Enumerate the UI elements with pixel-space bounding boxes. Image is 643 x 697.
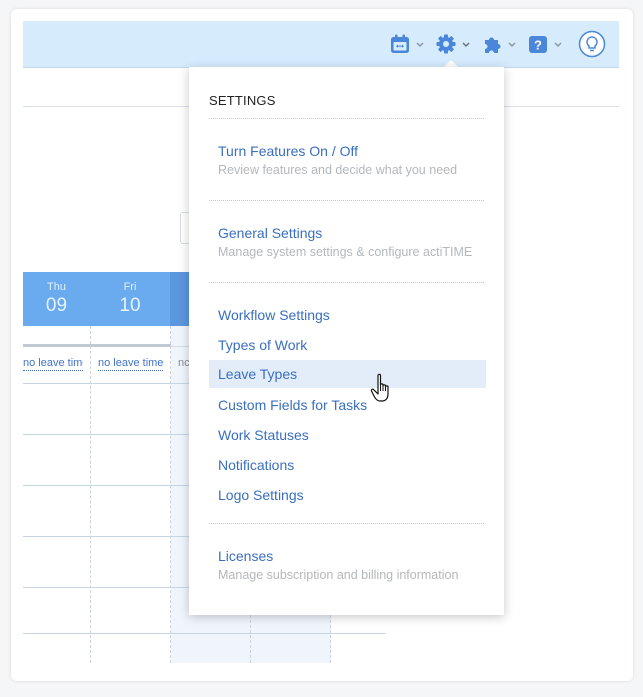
hand-cursor-icon: [370, 373, 396, 405]
day-number: 09: [45, 295, 68, 316]
day-header-today[interactable]: [170, 272, 189, 326]
tips-button[interactable]: [578, 21, 606, 67]
menu-divider: [209, 200, 484, 201]
day-of-week: Fri: [123, 281, 137, 293]
column-divider: [90, 326, 91, 663]
row-line: [23, 383, 189, 384]
puzzle-icon: [481, 33, 503, 55]
calendar-menu-button[interactable]: [389, 21, 425, 67]
chevron-down-icon: [507, 39, 517, 49]
menu-item-label: Work Statuses: [218, 427, 309, 443]
menu-item-description: Review features and decide what you need: [218, 163, 458, 177]
calendar-icon: [389, 33, 411, 55]
menu-item-label: Turn Features On / Off: [218, 143, 359, 159]
menu-item-label: Logo Settings: [218, 487, 304, 503]
menu-item-general-settings[interactable]: General Settings: [209, 219, 486, 247]
row-line: [23, 536, 189, 537]
menu-item-label: Notifications: [218, 457, 295, 473]
day-header-fri[interactable]: Fri 10: [90, 272, 170, 326]
addons-menu-button[interactable]: [481, 21, 517, 67]
lightbulb-icon: [578, 30, 606, 58]
menu-item-label: Types of Work: [218, 337, 308, 353]
chevron-down-icon: [553, 39, 563, 49]
column-divider: [170, 326, 171, 663]
row-line: [23, 633, 386, 634]
menu-item-label: General Settings: [218, 225, 323, 241]
menu-item-label: Custom Fields for Tasks: [218, 397, 368, 413]
menu-item-workflow-settings[interactable]: Workflow Settings: [209, 301, 486, 329]
menu-divider: [209, 118, 484, 119]
menu-item-licenses[interactable]: Licenses: [209, 542, 486, 570]
leave-time-label: nc: [178, 357, 190, 369]
leave-time-link[interactable]: no leave time: [98, 357, 164, 371]
menu-item-logo-settings[interactable]: Logo Settings: [209, 481, 486, 509]
menu-item-notifications[interactable]: Notifications: [209, 451, 486, 479]
column-divider: [330, 615, 331, 663]
menu-item-label: Leave Types: [218, 366, 298, 382]
help-menu-button[interactable]: ?: [527, 21, 563, 67]
chevron-down-icon: [461, 39, 471, 49]
leave-time-link[interactable]: no leave time: [23, 357, 83, 371]
menu-item-label: Licenses: [218, 548, 274, 564]
chevron-down-icon: [415, 39, 425, 49]
gear-icon: [435, 33, 457, 55]
menu-divider: [209, 282, 484, 283]
menu-item-leave-types[interactable]: Leave Types: [209, 360, 486, 388]
menu-title: SETTINGS: [209, 93, 276, 108]
day-number: 10: [119, 295, 141, 316]
menu-divider: [209, 523, 484, 524]
help-icon: ?: [527, 33, 549, 55]
menu-item-types-of-work[interactable]: Types of Work: [209, 331, 486, 359]
day-header-thu[interactable]: Thu 09: [23, 272, 90, 326]
row-line: [23, 587, 189, 588]
menu-item-custom-fields[interactable]: Custom Fields for Tasks: [209, 391, 486, 419]
settings-dropdown: SETTINGS Turn Features On / Off Review f…: [189, 67, 504, 615]
row-line: [23, 485, 189, 486]
menu-item-description: Manage system settings & configure actiT…: [218, 245, 473, 259]
week-separator: [23, 344, 171, 347]
svg-text:?: ?: [534, 38, 542, 53]
menu-item-label: Workflow Settings: [218, 307, 330, 323]
row-line: [23, 434, 189, 435]
column-divider: [250, 615, 251, 663]
top-toolbar: ?: [23, 21, 619, 68]
menu-item-work-statuses[interactable]: Work Statuses: [209, 421, 486, 449]
menu-item-description: Manage subscription and billing informat…: [218, 568, 459, 582]
day-of-week: Thu: [47, 281, 66, 293]
menu-item-turn-features[interactable]: Turn Features On / Off: [209, 137, 486, 165]
